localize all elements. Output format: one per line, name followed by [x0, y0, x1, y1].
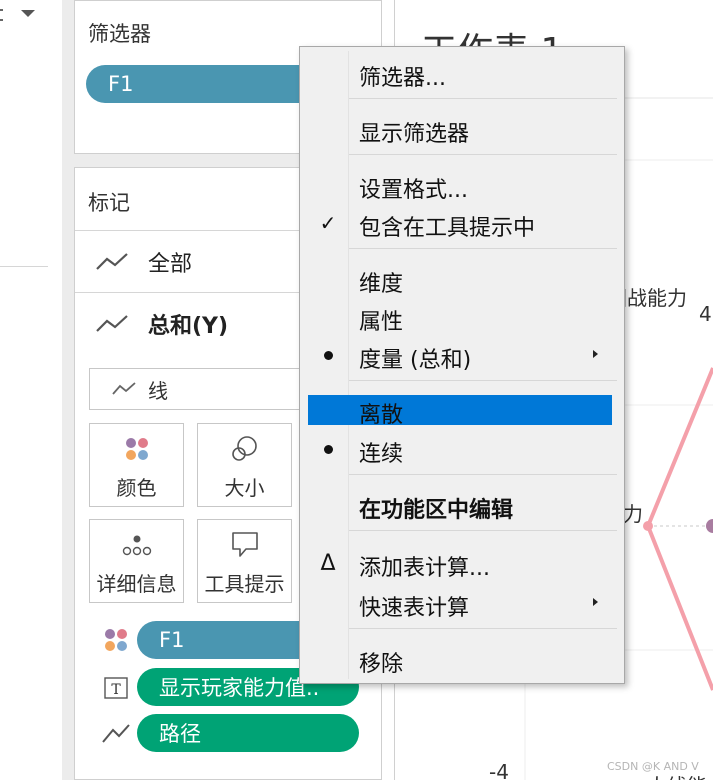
axis-tick-label: 4	[699, 302, 712, 326]
axis-label-fragment: 力	[623, 502, 643, 526]
menu-item-discrete[interactable]: 离散	[308, 395, 612, 428]
filters-panel-title: 筛选器	[88, 22, 151, 46]
menu-separator	[349, 380, 617, 381]
size-button-label: 大小	[224, 476, 265, 500]
menu-item-include-in-tooltip[interactable]: ✓ 包含在工具提示中	[308, 205, 612, 241]
menu-separator	[349, 248, 617, 249]
text-icon: T	[104, 677, 128, 699]
menu-item-measure-sum[interactable]: 度量 (总和)	[308, 337, 612, 373]
menu-item-label: 在功能区中编辑	[359, 498, 514, 523]
menu-item-label: 设置格式...	[359, 178, 468, 203]
dropdown-arrow-icon[interactable]	[21, 10, 35, 17]
radio-dot-icon	[318, 439, 338, 459]
menu-separator	[349, 154, 617, 155]
axis-tick-label: -4	[489, 760, 509, 780]
color-button[interactable]: 颜色	[89, 423, 184, 507]
menu-item-label: 离散	[359, 403, 404, 428]
list-icon	[0, 9, 3, 21]
menu-item-label: 度量 (总和)	[359, 348, 472, 373]
filter-pill-f1[interactable]: F1	[86, 65, 326, 103]
color-button-label: 颜色	[116, 476, 157, 500]
menu-item-show-filter[interactable]: 显示筛选器	[308, 111, 612, 147]
svg-text:T: T	[111, 682, 121, 698]
path-icon	[102, 724, 130, 743]
data-point	[643, 521, 653, 531]
data-point	[706, 519, 713, 533]
submenu-arrow-icon	[593, 598, 598, 606]
line-chart-icon	[112, 382, 136, 395]
menu-item-label: 显示筛选器	[359, 122, 470, 147]
radio-dot-icon	[318, 345, 338, 365]
shelf-pill-label: F1	[159, 628, 185, 652]
detail-button[interactable]: 详细信息	[89, 519, 184, 603]
color-dots-icon	[105, 629, 127, 651]
menu-item-label: 添加表计算...	[359, 556, 490, 581]
marks-panel-title: 标记	[88, 191, 130, 215]
context-menu: 筛选器... 显示筛选器 设置格式... ✓ 包含在工具提示中 维度 属性 度量…	[299, 46, 625, 684]
line-chart-icon	[96, 253, 128, 270]
marks-row-label: 全部	[148, 251, 193, 277]
detail-button-label: 详细信息	[96, 572, 177, 596]
menu-separator	[349, 98, 617, 99]
shelf-pill-path[interactable]: 路径	[137, 714, 359, 752]
menu-separator	[349, 530, 617, 531]
tooltip-button[interactable]: 工具提示	[197, 519, 292, 603]
size-circles-icon	[231, 436, 257, 461]
mark-type-select[interactable]: 线	[89, 368, 319, 410]
menu-item-format[interactable]: 设置格式...	[308, 167, 612, 203]
menu-item-label: 连续	[359, 442, 404, 467]
tooltip-bubble-icon	[231, 532, 258, 557]
line-chart-icon	[96, 315, 128, 332]
mark-type-label: 线	[148, 378, 168, 403]
watermark: CSDN @K AND V	[607, 760, 699, 773]
series-line	[645, 367, 713, 691]
menu-item-label: 筛选器...	[359, 66, 446, 91]
menu-item-label: 维度	[359, 272, 404, 297]
marks-row-label: 总和(Y)	[148, 313, 229, 339]
filter-pill-label: F1	[108, 72, 134, 96]
menu-item-dimension[interactable]: 维度	[308, 261, 612, 297]
menu-separator	[349, 474, 617, 475]
menu-item-quick-table-calc[interactable]: 快速表计算	[308, 585, 612, 621]
menu-item-label: 移除	[359, 652, 404, 677]
menu-item-edit-in-shelf[interactable]: 在功能区中编辑	[308, 487, 612, 523]
color-dots-icon	[125, 438, 148, 460]
menu-separator	[349, 628, 617, 629]
left-strip	[0, 0, 62, 780]
menu-item-attribute[interactable]: 属性	[308, 299, 612, 335]
checkmark-icon: ✓	[319, 211, 337, 235]
delta-icon: Δ	[320, 550, 336, 576]
menu-item-label: 快速表计算	[359, 596, 470, 621]
menu-item-label: 包含在工具提示中	[359, 216, 536, 241]
divider	[0, 266, 48, 267]
menu-item-continuous[interactable]: 连续	[308, 431, 612, 467]
submenu-arrow-icon	[593, 350, 598, 358]
menu-item-label: 属性	[359, 310, 404, 335]
tooltip-button-label: 工具提示	[204, 572, 285, 596]
detail-dots-icon	[122, 535, 151, 556]
size-button[interactable]: 大小	[197, 423, 292, 507]
shelf-pill-label: 路径	[159, 722, 201, 746]
menu-item-add-table-calc[interactable]: Δ 添加表计算...	[308, 545, 612, 582]
shelf-pill-label: 显示玩家能力值..	[159, 676, 320, 700]
menu-item-filter[interactable]: 筛选器...	[308, 55, 612, 91]
menu-item-remove[interactable]: 移除	[308, 641, 612, 677]
